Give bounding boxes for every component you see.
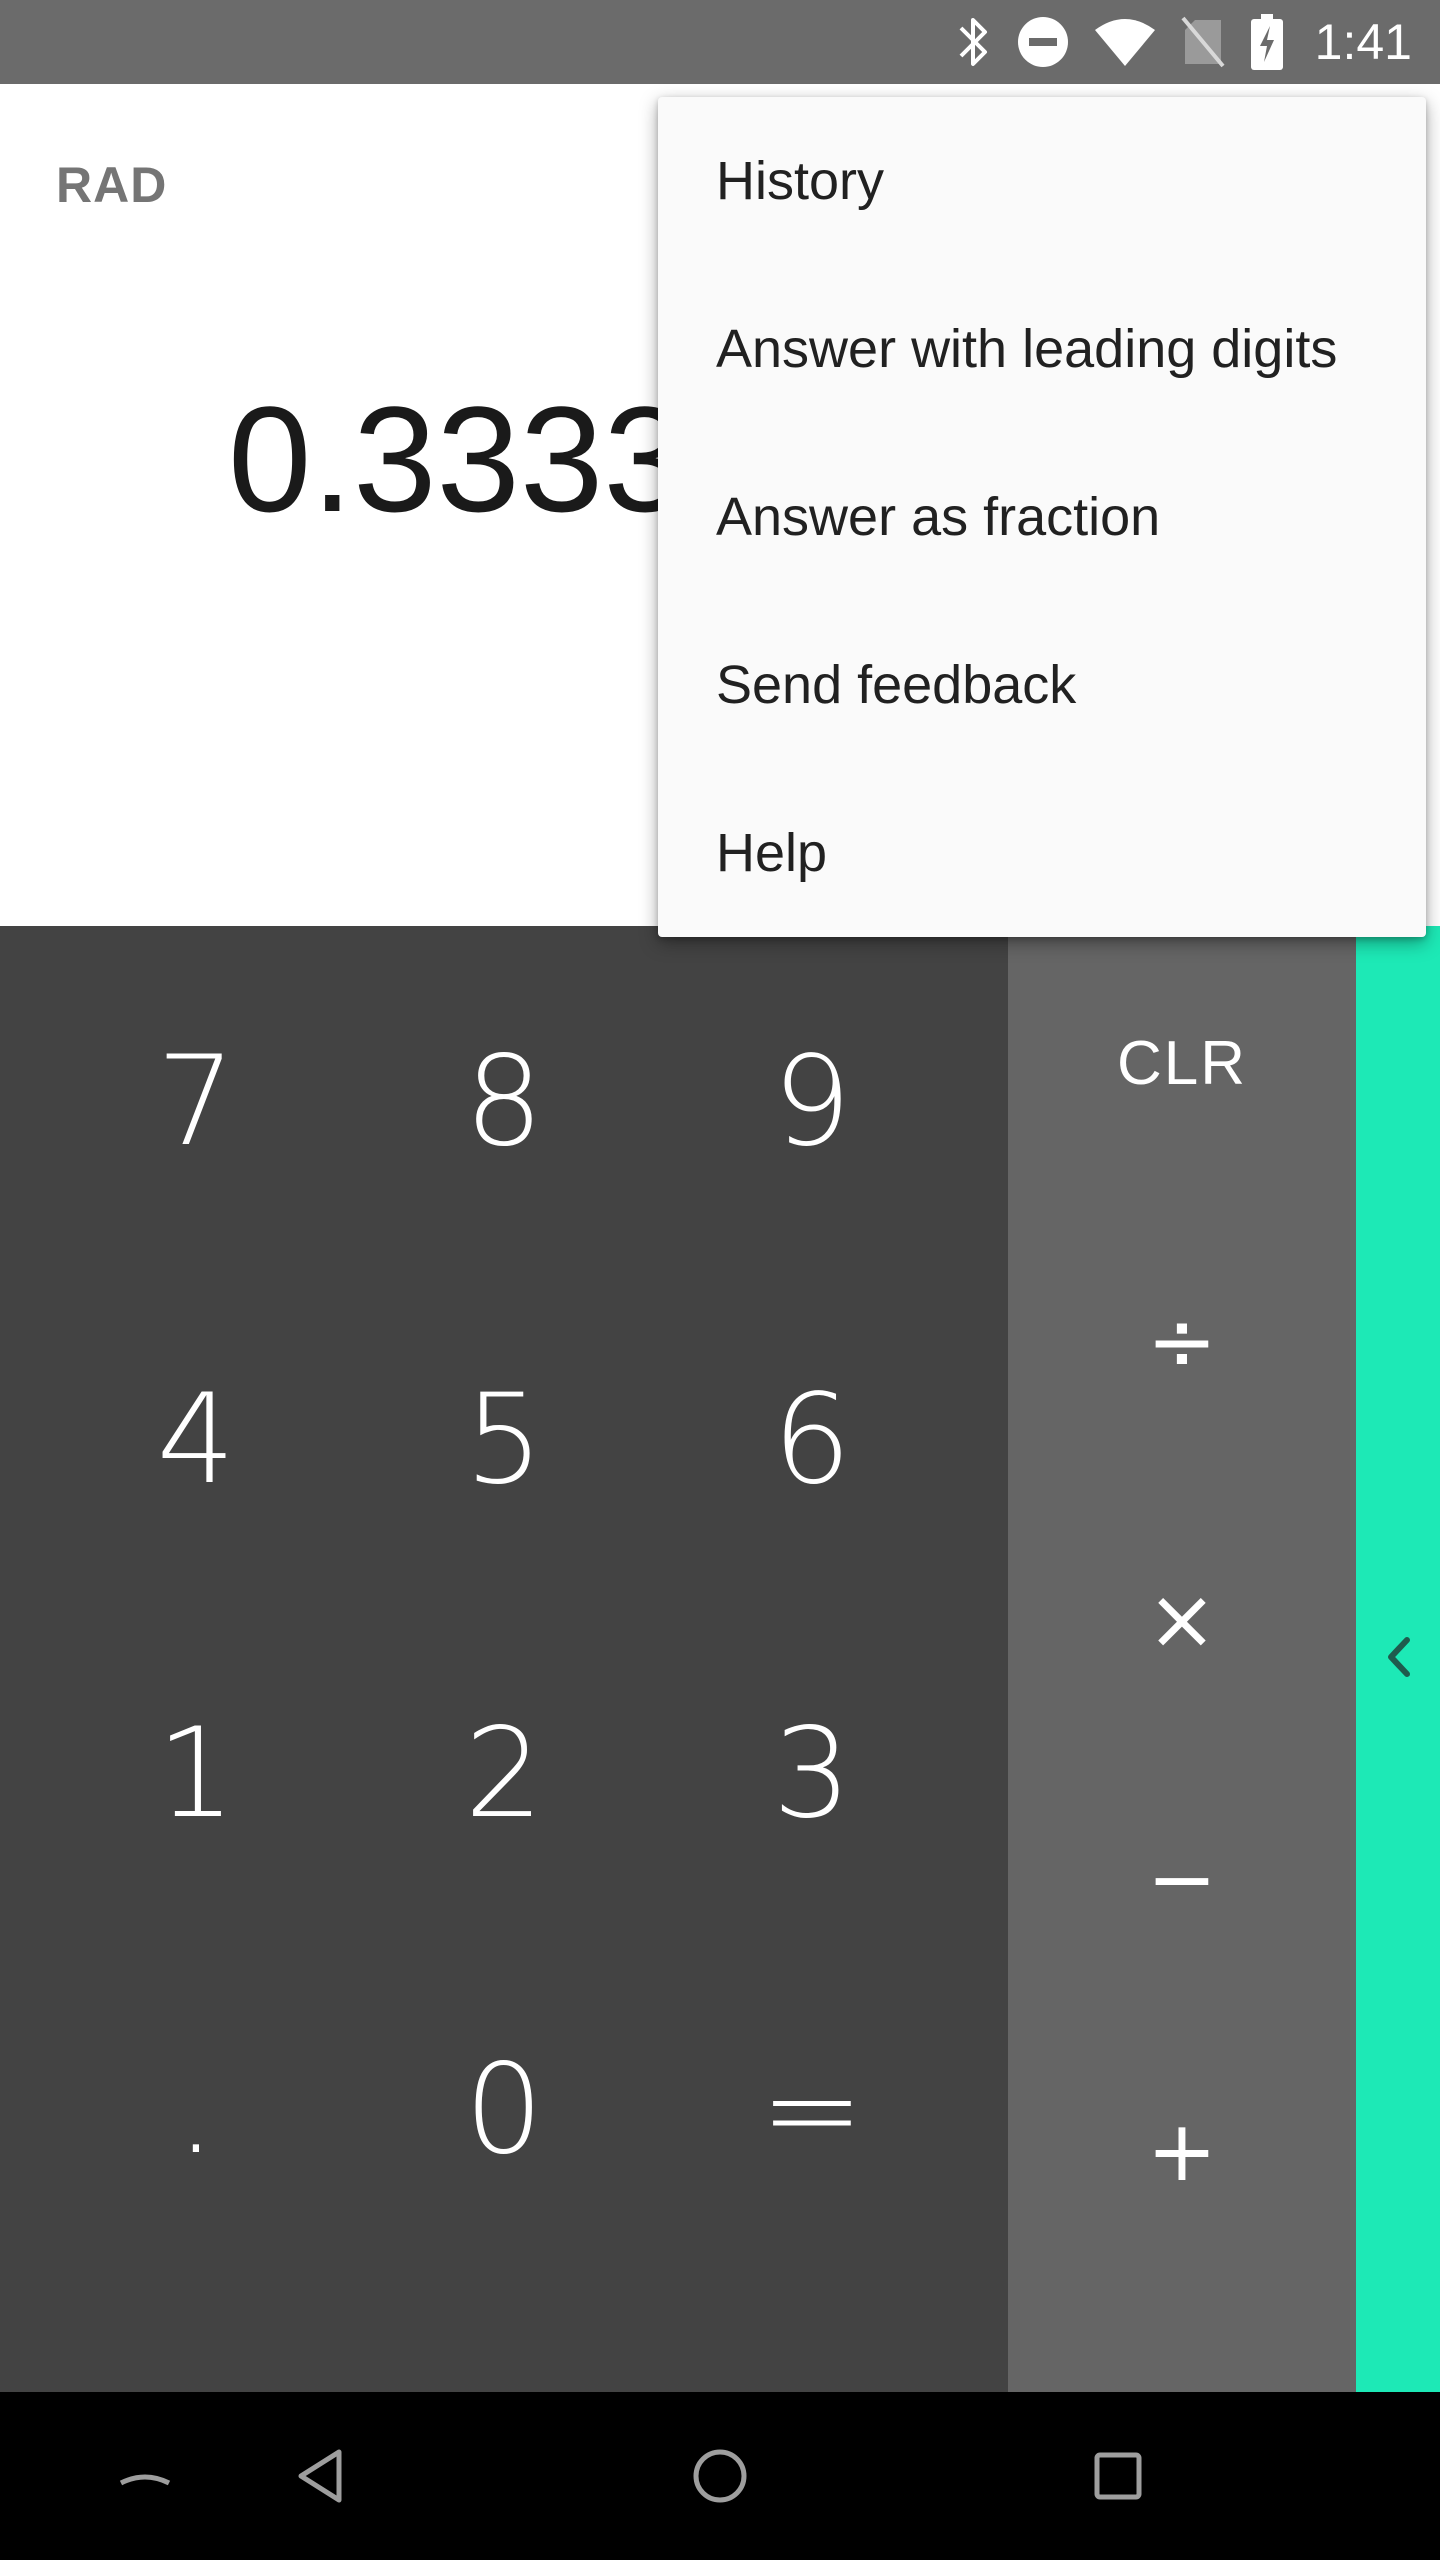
- status-icons: 1:41: [955, 0, 1412, 84]
- back-icon[interactable]: [270, 2392, 370, 2560]
- home-icon[interactable]: [670, 2392, 770, 2560]
- number-keypad: 7 8 9 4 5 6 1 2 3 . 0 =: [0, 926, 1008, 2392]
- do-not-disturb-icon: [1017, 16, 1069, 68]
- recents-icon[interactable]: [1068, 2392, 1168, 2560]
- key-decimal[interactable]: .: [28, 1942, 364, 2278]
- menu-item-history[interactable]: History: [658, 97, 1426, 265]
- overflow-menu: History Answer with leading digits Answe…: [658, 97, 1426, 937]
- key-4[interactable]: 4: [28, 1272, 364, 1608]
- menu-item-send-feedback[interactable]: Send feedback: [658, 601, 1426, 769]
- add-button[interactable]: +: [1008, 2016, 1356, 2286]
- battery-charging-icon: [1250, 14, 1283, 70]
- clear-button[interactable]: CLR: [1008, 928, 1356, 1198]
- no-sim-icon: [1181, 16, 1225, 68]
- key-7[interactable]: 7: [28, 934, 364, 1270]
- angle-mode-label: RAD: [56, 157, 168, 213]
- bluetooth-icon: [955, 14, 991, 70]
- operator-panel: CLR ÷ × − +: [1008, 926, 1356, 2392]
- chevron-left-icon: [1383, 1636, 1413, 1683]
- wifi-icon: [1094, 18, 1155, 66]
- multiply-button[interactable]: ×: [1008, 1484, 1356, 1754]
- key-9[interactable]: 9: [644, 934, 980, 1270]
- divide-button[interactable]: ÷: [1008, 1206, 1356, 1476]
- status-bar: 1:41: [0, 0, 1440, 84]
- status-time: 1:41: [1314, 14, 1412, 70]
- menu-item-help[interactable]: Help: [658, 769, 1426, 937]
- key-equals[interactable]: =: [644, 1942, 980, 2278]
- key-1[interactable]: 1: [28, 1606, 364, 1942]
- key-6[interactable]: 6: [644, 1272, 980, 1608]
- key-0[interactable]: 0: [336, 1942, 672, 2278]
- key-5[interactable]: 5: [336, 1272, 672, 1608]
- keyboard-hide-icon[interactable]: [100, 2392, 190, 2560]
- subtract-button[interactable]: −: [1008, 1744, 1356, 2014]
- advanced-panel-drawer[interactable]: [1356, 926, 1440, 2392]
- navigation-bar: [0, 2392, 1440, 2560]
- result-display: 0.3333: [228, 375, 687, 543]
- key-2[interactable]: 2: [336, 1606, 672, 1942]
- key-3[interactable]: 3: [644, 1606, 980, 1942]
- menu-item-leading-digits[interactable]: Answer with leading digits: [658, 265, 1426, 433]
- menu-item-fraction[interactable]: Answer as fraction: [658, 433, 1426, 601]
- key-8[interactable]: 8: [336, 934, 672, 1270]
